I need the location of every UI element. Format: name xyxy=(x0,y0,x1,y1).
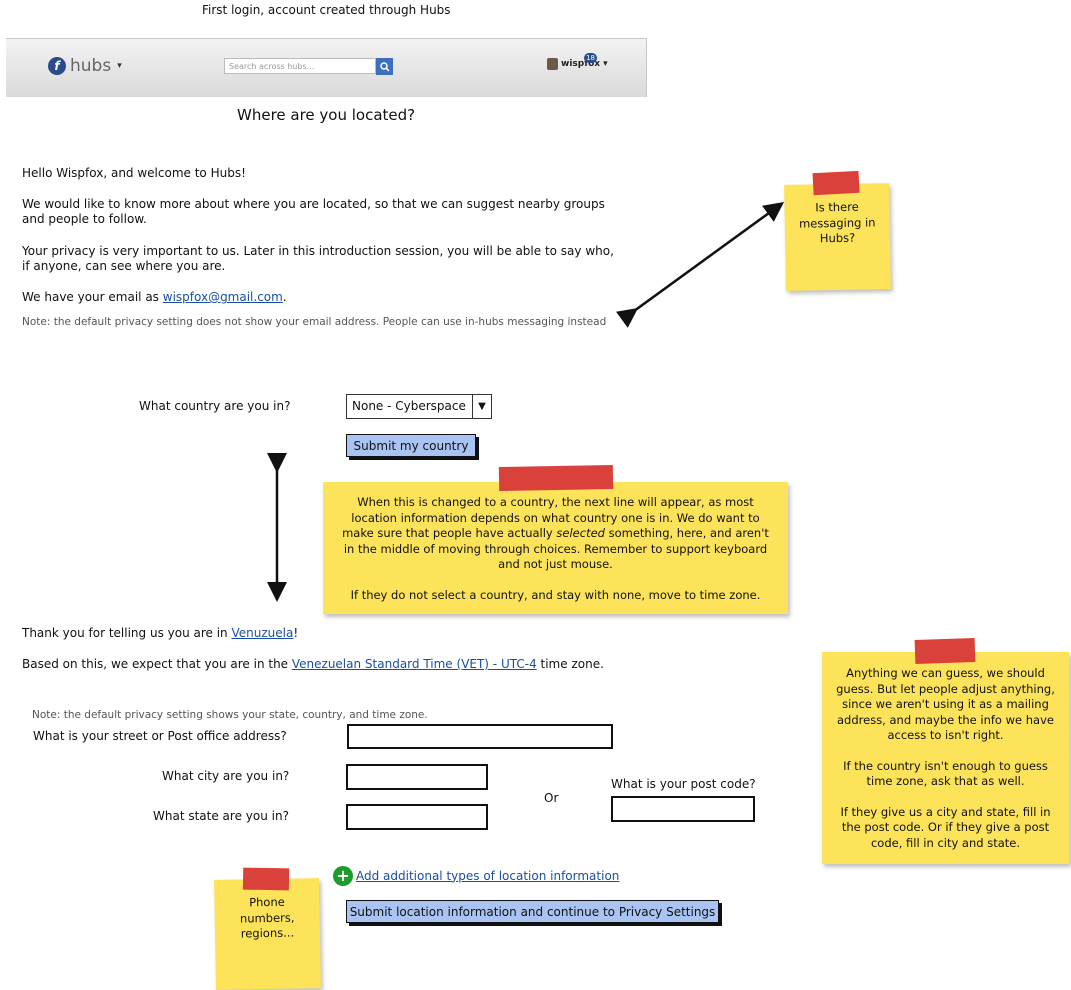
dropdown-arrow-icon: ▼ xyxy=(472,395,491,418)
street-label: What is your street or Post office addre… xyxy=(33,729,287,743)
postcode-label: What is your post code? xyxy=(611,777,756,791)
sticky-note-country-change: When this is changed to a country, the n… xyxy=(323,465,788,614)
sticky-note-text: If they do not select a country, and sta… xyxy=(350,587,761,602)
country-select-value: None - Cyberspace xyxy=(352,399,466,413)
add-location-types-label: Add additional types of location informa… xyxy=(356,868,620,883)
sticky-note-guessing: Anything we can guess, we should guess. … xyxy=(822,637,1069,864)
city-label: What city are you in? xyxy=(162,769,290,783)
sticky-tape xyxy=(914,637,976,665)
location-privacy-note: Note: the default privacy setting shows … xyxy=(32,709,428,721)
sticky-note-text: Phone numbers, regions... xyxy=(239,894,295,941)
add-icon: + xyxy=(333,866,353,886)
sticky-note-text: If the country isn't enough to guess tim… xyxy=(843,758,1048,789)
or-label: Or xyxy=(544,791,559,805)
tz-suffix: time zone. xyxy=(536,657,604,671)
sticky-note-phone: Phone numbers, regions... xyxy=(214,867,321,990)
timezone-line: Based on this, we expect that you are in… xyxy=(22,657,604,672)
sticky-note-text: If they give us a city and state, fill i… xyxy=(840,804,1051,850)
country-thanks-line: Thank you for telling us you are in Venu… xyxy=(22,626,298,641)
postcode-input[interactable] xyxy=(611,796,755,822)
submit-location-button[interactable]: Submit location information and continue… xyxy=(346,900,719,923)
state-label: What state are you in? xyxy=(153,809,289,823)
sticky-tape xyxy=(498,465,614,491)
timezone-link[interactable]: Venezuelan Standard Time (VET) - UTC-4 xyxy=(292,657,537,671)
thanks-suffix: ! xyxy=(293,626,299,640)
state-input[interactable] xyxy=(346,804,488,830)
sticky-tape xyxy=(242,867,290,891)
country-link[interactable]: Venuzuela xyxy=(231,626,293,640)
emphasis-text: selected xyxy=(556,526,605,540)
arrow-messaging xyxy=(615,202,785,328)
tz-prefix: Based on this, we expect that you are in… xyxy=(22,657,292,671)
sticky-note-text: When this is changed to a country, the n… xyxy=(342,495,769,571)
country-label: What country are you in? xyxy=(139,399,291,413)
sticky-note-text: Anything we can guess, we should guess. … xyxy=(836,666,1055,742)
submit-country-button[interactable]: Submit my country xyxy=(346,434,476,457)
city-input[interactable] xyxy=(346,764,488,790)
country-select[interactable]: None - Cyberspace ▼ xyxy=(346,394,492,419)
street-address-input[interactable] xyxy=(347,724,613,749)
thanks-prefix: Thank you for telling us you are in xyxy=(22,626,232,640)
add-location-types-link[interactable]: + Add additional types of location infor… xyxy=(333,866,619,886)
